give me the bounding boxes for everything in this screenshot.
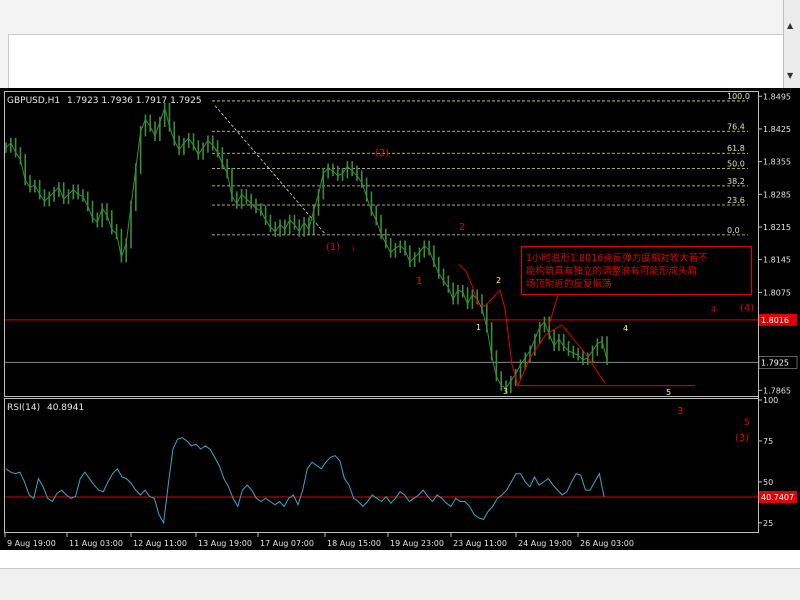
- annotation-line-1: 1小时浪形1.8016点反弹力度相对较大若不: [526, 252, 708, 264]
- time-tick-label: 12 Aug 11:00: [133, 539, 187, 548]
- fib-level-label: 76.4: [727, 122, 745, 131]
- current-price-label: 1.7925: [761, 358, 789, 367]
- toolbar-panel: [8, 34, 785, 89]
- price-tick-label: 1.8215: [763, 223, 791, 232]
- wave-label: 3: [677, 406, 683, 417]
- annotation-line-2: 能构筑具有独立的调整浪有可能形成头肩: [526, 265, 697, 277]
- resistance-price-label: 1.8016: [761, 316, 789, 325]
- price-tick-label: 1.8495: [763, 92, 791, 101]
- price-tick-label: 1.7865: [763, 386, 791, 395]
- wave-label: 4: [623, 324, 628, 333]
- wave-label: 1: [476, 323, 481, 332]
- chart-area: 100.0 76.4 61.8 50.0 38.2 23.6 0.0 1.8495 1.842…: [0, 88, 800, 550]
- fib-level-label: 50.0: [727, 160, 745, 169]
- fib-level-label: 0.0: [727, 226, 740, 235]
- rsi-tick-label: 100: [763, 396, 778, 405]
- rsi-tick-label: 75: [763, 437, 773, 446]
- price-tick-label: 1.8145: [763, 256, 791, 265]
- wave-label: (1): [326, 242, 340, 253]
- wave-label: 1: [416, 276, 422, 287]
- wave-label: 2: [459, 222, 465, 233]
- time-tick-label: 11 Aug 03:00: [69, 539, 123, 548]
- time-tick-label: 18 Aug 15:00: [327, 539, 381, 548]
- scroll-down-icon[interactable]: ▼: [787, 72, 793, 80]
- horizontal-scrollbar[interactable]: [0, 568, 800, 600]
- wave-label: 4: [711, 305, 716, 314]
- scroll-up-icon[interactable]: ▲: [787, 22, 793, 30]
- symbol-title: GBPUSD,H1 1.7923 1.7936 1.7917 1.7925: [7, 96, 202, 106]
- wave-label: 5: [744, 418, 750, 428]
- price-tick-label: 1.8355: [763, 158, 791, 167]
- wave-label: 5: [666, 388, 671, 397]
- rsi-current-label: 40.7407: [761, 493, 794, 502]
- wave-label: 3: [503, 387, 508, 396]
- wave-label: i: [352, 244, 354, 253]
- rsi-tick-label: 50: [763, 478, 773, 487]
- wave-label: (2): [375, 148, 389, 159]
- time-tick-label: 23 Aug 11:00: [453, 539, 507, 548]
- toolbar-area: ▲ ▼: [0, 0, 800, 89]
- price-tick-label: 1.8425: [763, 125, 791, 134]
- fib-level-label: 23.6: [727, 196, 745, 205]
- fib-level-label: 61.8: [727, 144, 745, 153]
- time-tick-label: 26 Aug 03:00: [580, 539, 634, 548]
- time-tick-label: 13 Aug 19:00: [198, 539, 252, 548]
- time-tick-label: 19 Aug 23:00: [390, 539, 444, 548]
- vertical-scrollbar[interactable]: ▲ ▼: [783, 0, 800, 88]
- price-tick-label: 1.8285: [763, 190, 791, 199]
- price-tick-label: 1.8075: [763, 288, 791, 297]
- time-tick-label: 9 Aug 19:00: [7, 539, 56, 548]
- rsi-tick-label: 25: [763, 519, 773, 528]
- fib-level-label: 100.0: [727, 92, 750, 101]
- wave-label: 2: [496, 276, 501, 285]
- wave-label: (4): [740, 303, 754, 314]
- time-tick-label: 24 Aug 19:00: [518, 539, 572, 548]
- time-tick-label: 17 Aug 07:00: [260, 539, 314, 548]
- terminal-window: ▲ ▼ 100.0 76.4 61.8 50.0 38.2 23.6 0.0 1.8495 1…: [0, 0, 800, 600]
- annotation-line-3: 场顶附近的反复振荡: [526, 278, 612, 290]
- chart-background: [0, 88, 800, 550]
- fib-level-label: 38.2: [727, 177, 745, 186]
- wave-label: (3): [735, 433, 749, 444]
